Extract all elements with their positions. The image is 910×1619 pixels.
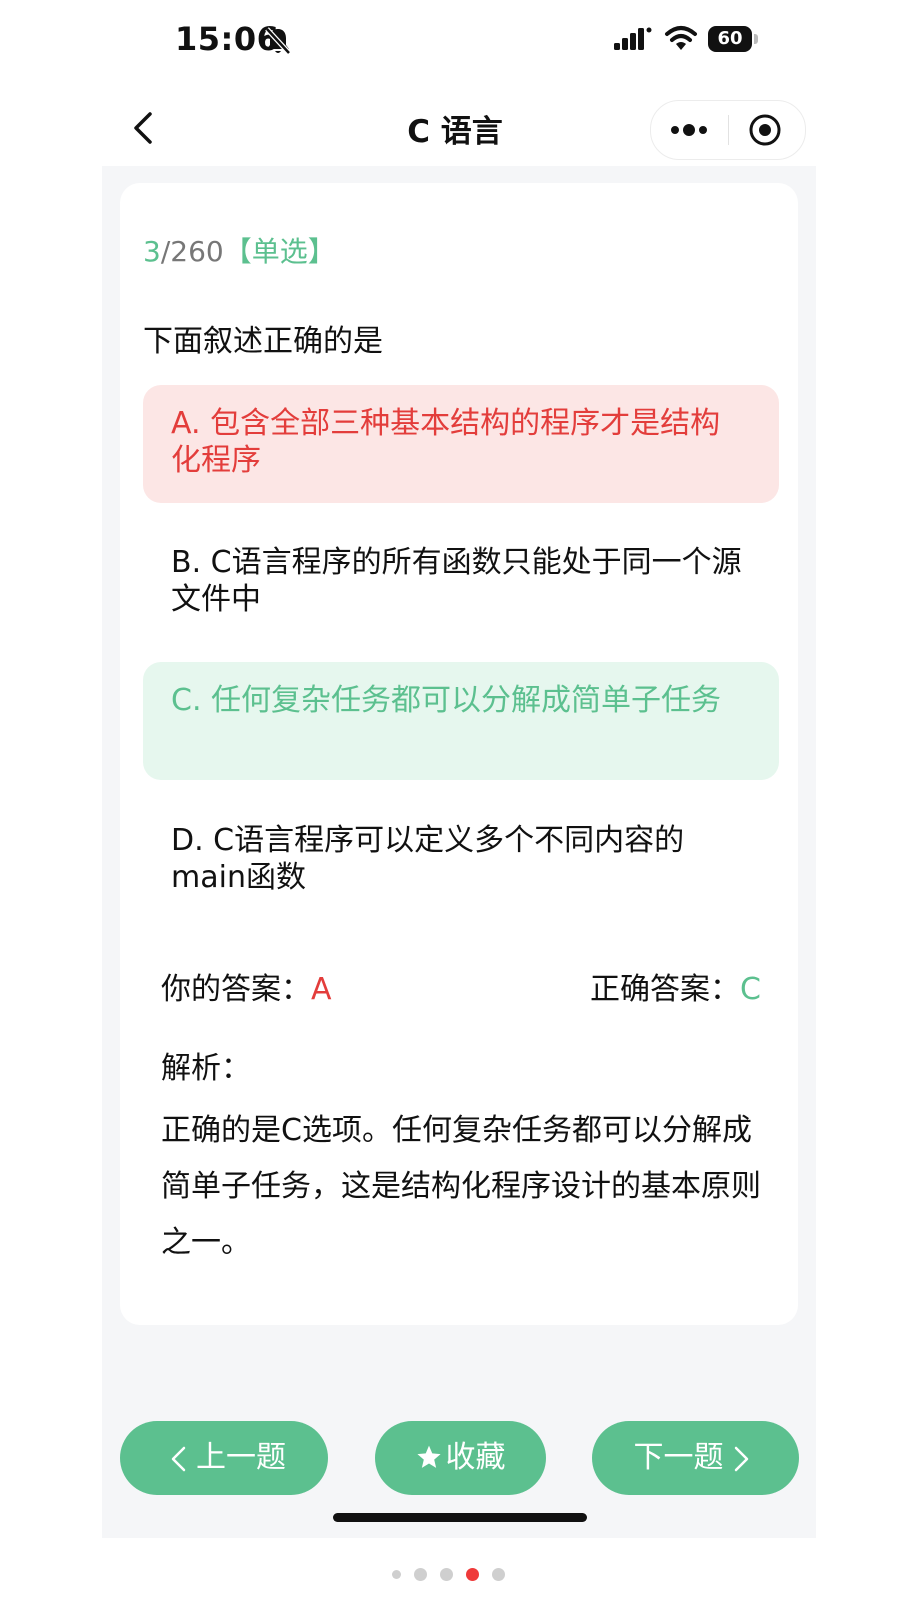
your-answer-value: A <box>311 972 332 1007</box>
home-indicator[interactable] <box>333 1513 587 1522</box>
option-b[interactable]: B. C语言程序的所有函数只能处于同一个源文件中 <box>143 524 779 642</box>
favorite-button[interactable]: 收藏 <box>375 1421 546 1495</box>
next-question-label: 下一题 <box>633 1440 724 1475</box>
carousel-dot-1[interactable] <box>392 1570 401 1579</box>
option-c[interactable]: C. 任何复杂任务都可以分解成简单子任务 <box>143 662 779 780</box>
analysis-title: 解析： <box>161 1051 251 1086</box>
correct-answer-label: 正确答案： <box>590 972 741 1007</box>
progress-current: 3 <box>143 235 161 268</box>
battery-level: 60 <box>708 26 752 52</box>
carousel-dot-5[interactable] <box>492 1568 505 1581</box>
close-miniprogram-icon[interactable] <box>747 112 783 148</box>
analysis-text: 正确的是C选项。任何复杂任务都可以分解成简单子任务，这是结构化程序设计的基本原则… <box>161 1113 761 1260</box>
option-a[interactable]: A. 包含全部三种基本结构的程序才是结构化程序 <box>143 385 779 503</box>
question-progress: 3/260【单选】 <box>143 230 336 270</box>
wifi-icon <box>665 26 697 50</box>
signal-icon <box>614 27 652 50</box>
status-bar: 15:06 60 <box>0 0 910 80</box>
battery-icon: 60 <box>708 26 758 52</box>
prev-question-button[interactable]: 上一题 <box>120 1421 328 1495</box>
carousel-dot-3[interactable] <box>440 1568 453 1581</box>
question-text: 下面叙述正确的是 <box>143 324 383 359</box>
carousel-dots <box>392 1564 522 1584</box>
question-type: 【单选】 <box>223 235 336 268</box>
next-question-button[interactable]: 下一题 <box>592 1421 799 1495</box>
carousel-dot-4[interactable] <box>466 1568 479 1581</box>
chevron-left-icon <box>171 1446 186 1471</box>
progress-total: /260 <box>160 235 224 268</box>
bell-slash-icon <box>265 27 291 55</box>
star-icon <box>416 1445 441 1468</box>
miniprogram-capsule <box>650 100 806 160</box>
carousel-dot-2[interactable] <box>414 1568 427 1581</box>
more-icon[interactable] <box>663 115 715 145</box>
chevron-right-icon <box>734 1446 748 1471</box>
correct-answer: 正确答案：C <box>590 964 761 1008</box>
analysis: 解析： 正确的是C选项。任何复杂任务都可以分解成简单子任务，这是结构化程序设计的… <box>161 1051 761 1271</box>
prev-question-label: 上一题 <box>196 1440 286 1475</box>
favorite-label: 收藏 <box>445 1440 506 1475</box>
your-answer-label: 你的答案： <box>161 972 311 1007</box>
option-d[interactable]: D. C语言程序可以定义多个不同内容的main函数 <box>143 802 779 920</box>
nav-bar: C 语言 <box>0 88 910 168</box>
correct-answer-value: C <box>740 972 761 1007</box>
your-answer: 你的答案：A <box>161 964 332 1008</box>
